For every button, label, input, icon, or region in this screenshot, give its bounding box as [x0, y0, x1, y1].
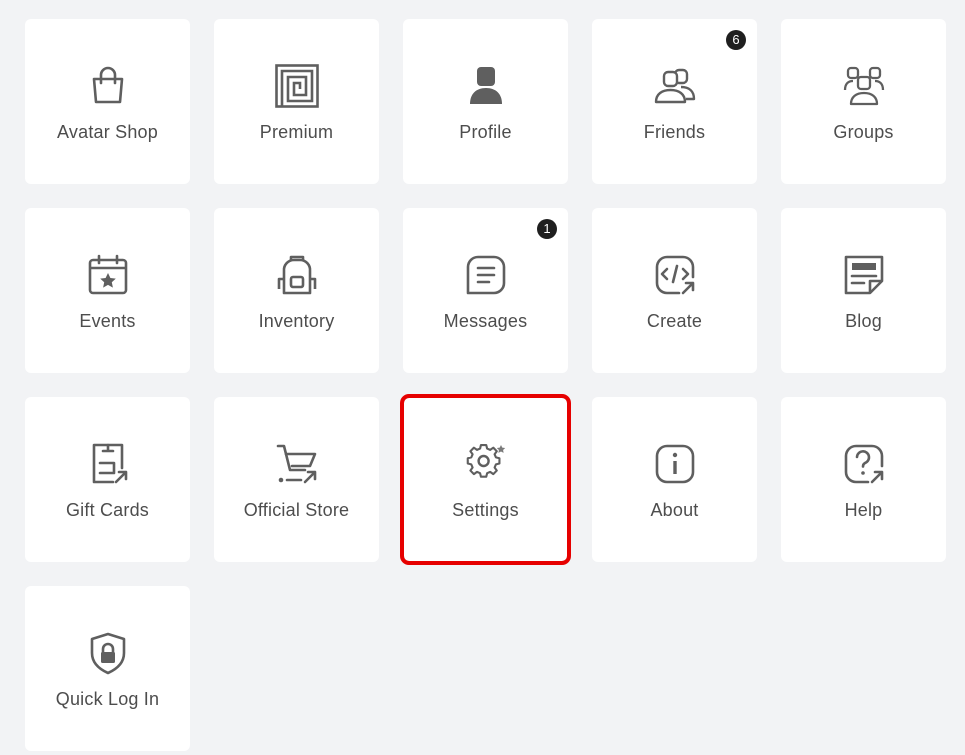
shield-lock-icon — [86, 631, 130, 675]
tile-label: Settings — [452, 500, 519, 520]
tile-events[interactable]: Events — [25, 208, 190, 373]
tile-label: Quick Log In — [55, 689, 160, 709]
shopping-cart-icon — [275, 442, 319, 486]
message-icon — [464, 253, 508, 297]
shopping-bag-icon — [86, 64, 130, 108]
navigation-grid: Avatar Shop Premium Profile 6 Friends Gr… — [0, 0, 965, 755]
tile-blog[interactable]: Blog — [781, 208, 946, 373]
backpack-icon — [275, 253, 319, 297]
tile-about[interactable]: About — [592, 397, 757, 562]
tile-label: Premium — [259, 122, 334, 142]
tile-friends[interactable]: 6 Friends — [592, 19, 757, 184]
code-icon — [653, 253, 697, 297]
notification-badge: 1 — [537, 219, 557, 239]
tile-premium[interactable]: Premium — [214, 19, 379, 184]
blog-icon — [842, 253, 886, 297]
tile-groups[interactable]: Groups — [781, 19, 946, 184]
tile-label: About — [650, 500, 699, 520]
tile-settings[interactable]: Settings — [400, 394, 571, 565]
gear-icon — [464, 442, 508, 486]
tile-label: Groups — [833, 122, 894, 142]
tile-gift-cards[interactable]: Gift Cards — [25, 397, 190, 562]
tile-label: Blog — [845, 311, 882, 331]
gift-card-icon — [86, 442, 130, 486]
tile-inventory[interactable]: Inventory — [214, 208, 379, 373]
tile-messages[interactable]: 1 Messages — [403, 208, 568, 373]
premium-icon — [274, 64, 319, 108]
tile-label: Gift Cards — [65, 500, 150, 520]
tile-profile[interactable]: Profile — [403, 19, 568, 184]
friends-icon — [653, 64, 697, 108]
tile-label: Help — [844, 500, 883, 520]
tile-official-store[interactable]: Official Store — [214, 397, 379, 562]
tile-help[interactable]: Help — [781, 397, 946, 562]
tile-label: Official Store — [243, 500, 350, 520]
tile-label: Avatar Shop — [57, 122, 158, 142]
info-icon — [653, 442, 697, 486]
tile-label: Profile — [459, 122, 512, 142]
help-icon — [842, 442, 886, 486]
tile-create[interactable]: Create — [592, 208, 757, 373]
calendar-star-icon — [86, 253, 130, 297]
user-icon — [464, 64, 508, 108]
tile-avatar-shop[interactable]: Avatar Shop — [25, 19, 190, 184]
tile-label: Messages — [443, 311, 528, 331]
tile-label: Create — [646, 311, 703, 331]
groups-icon — [842, 64, 886, 108]
notification-badge: 6 — [726, 30, 746, 50]
tile-label: Friends — [643, 122, 706, 142]
tile-quick-log-in[interactable]: Quick Log In — [25, 586, 190, 751]
tile-label: Inventory — [258, 311, 335, 331]
tile-label: Events — [79, 311, 136, 331]
